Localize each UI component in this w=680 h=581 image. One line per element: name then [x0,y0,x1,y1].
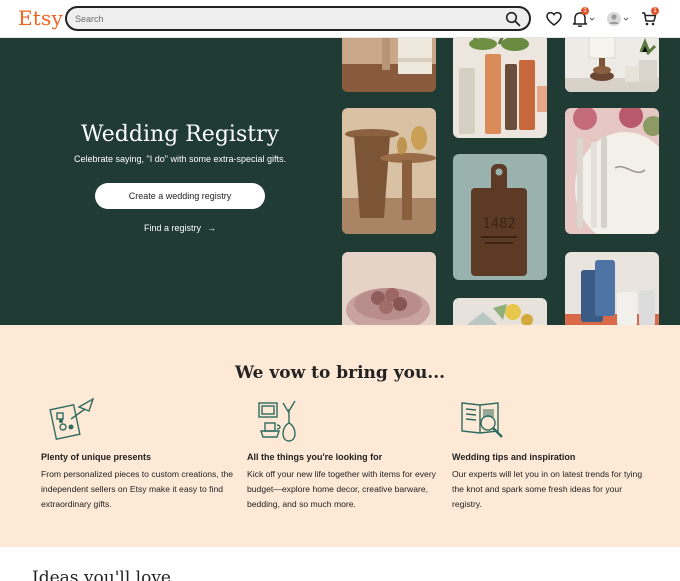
hero-title: Wedding Registry [80,122,280,147]
vow-title: We vow to bring you... [234,363,446,383]
hero-subtitle: Celebrate saying, "I do" with some extra… [74,154,286,164]
site-header: Etsy 1 1 [0,0,680,38]
feature-body: From personalized pieces to custom creat… [41,469,234,509]
mugs-photo[interactable] [565,252,659,325]
hero-banner: Wedding Registry Celebrate saying, "I do… [0,38,680,325]
create-registry-button[interactable]: Create a wedding registry [95,183,265,209]
feature-body: Kick off your new life together with ite… [247,469,436,509]
side-table-photo[interactable] [342,108,436,234]
etsy-logo[interactable]: Etsy [18,6,63,30]
avatar-icon[interactable] [605,10,623,28]
candle-photo[interactable] [342,38,436,92]
search-icon[interactable] [505,11,521,27]
chevron-down-icon[interactable] [589,16,595,22]
find-registry-link[interactable]: Find a registry → [110,223,250,233]
book-magnifier-icon [461,402,503,438]
tray-photo[interactable] [453,298,547,325]
gift-collage-icon [49,397,95,440]
vow-section: We vow to bring you... Plenty of unique … [0,325,680,547]
feature-title: All the things you're looking for [247,452,383,462]
find-registry-label: Find a registry [143,223,202,233]
home-goods-icon [258,400,296,442]
bowl-photo[interactable] [342,252,436,325]
feature-title: Plenty of unique presents [41,452,152,462]
search-input[interactable] [75,10,495,27]
cart-badge: 1 [651,7,659,15]
chevron-down-icon[interactable] [623,16,629,22]
heart-icon[interactable] [545,10,563,28]
arrow-right-icon: → [207,223,217,233]
cake-forks-photo[interactable] [565,108,659,234]
search-bar[interactable] [65,6,531,31]
lamp-photo[interactable] [565,38,659,92]
vases-photo[interactable] [453,38,547,138]
feature-unique-presents: Plenty of unique presents From personali… [41,397,241,509]
notifications-badge: 1 [581,7,589,15]
feature-all-things: All the things you're looking for Kick o… [247,397,447,509]
feature-wedding-tips: Wedding tips and inspiration Our experts… [452,397,652,509]
feature-title: Wedding tips and inspiration [452,452,576,462]
feature-body: Our experts will let you in on latest tr… [452,469,643,509]
cutting-board-photo[interactable]: 1482 [453,154,547,280]
cutting-board-number: 1482 [482,216,516,232]
ideas-section-title: Ideas you'll love [32,568,171,581]
